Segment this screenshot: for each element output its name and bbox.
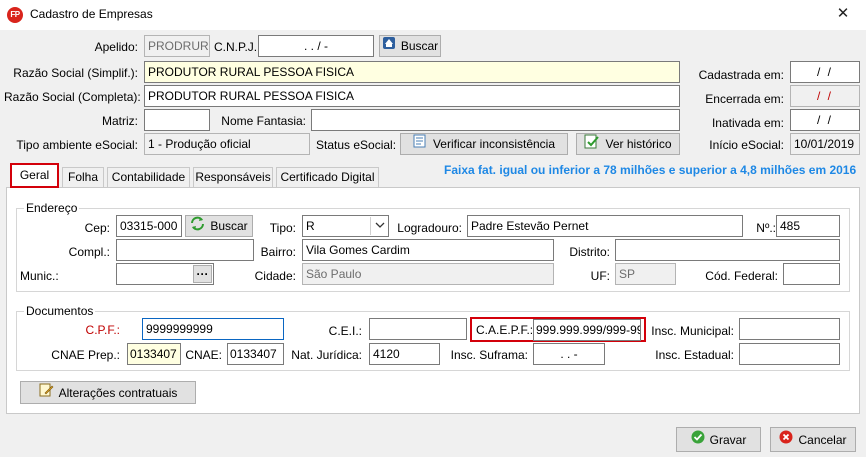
tipo-ambiente-field: 1 - Produção oficial — [144, 133, 310, 155]
compl-label: Compl.: — [68, 245, 110, 259]
tab-contabilidade[interactable]: Contabilidade — [107, 167, 190, 187]
app-logo-icon: FP — [7, 7, 23, 23]
numero-label: Nº.: — [756, 221, 776, 235]
nat-juridica-label: Nat. Jurídica: — [291, 348, 362, 362]
nome-fantasia-field[interactable] — [311, 109, 680, 131]
caepf-field[interactable]: 999.999.999/999-99 — [533, 319, 641, 341]
tipo-select-value: R — [306, 219, 315, 233]
gravar-button[interactable]: Gravar — [676, 427, 761, 452]
verificar-inconsistencia-button[interactable]: Verificar inconsistência — [400, 133, 568, 155]
insc-municipal-field[interactable] — [739, 318, 840, 340]
cadastrada-label: Cadastrada em: — [698, 68, 784, 82]
nat-juridica-field[interactable]: 4120 — [369, 343, 440, 365]
munic-label: Munic.: — [20, 269, 59, 283]
matriz-field[interactable] — [144, 109, 210, 131]
insc-suframa-field[interactable]: . . - — [533, 343, 605, 365]
cidade-field: São Paulo — [302, 263, 554, 285]
numero-field[interactable]: 485 — [776, 215, 840, 237]
document-edit-icon — [39, 382, 54, 403]
tab-responsaveis[interactable]: Responsáveis — [193, 167, 273, 187]
encerrada-field: / / — [790, 85, 860, 107]
ver-historico-label: Ver histórico — [605, 137, 672, 151]
tab-folha[interactable]: Folha — [62, 167, 104, 187]
close-icon[interactable]: ✕ — [828, 2, 858, 26]
ver-historico-button[interactable]: Ver histórico — [576, 133, 680, 155]
chevron-down-icon[interactable] — [370, 217, 388, 235]
bairro-label: Bairro: — [260, 245, 296, 259]
cei-label: C.E.I.: — [328, 324, 362, 338]
cnae-prep-label: CNAE Prep.: — [51, 348, 120, 362]
cod-federal-label: Cód. Federal: — [705, 269, 778, 283]
insc-estadual-field[interactable] — [739, 343, 840, 365]
cep-buscar-label: Buscar — [210, 219, 248, 233]
uf-field: SP — [615, 263, 676, 285]
endereco-title: Endereço — [24, 201, 80, 215]
nome-fantasia-label: Nome Fantasia: — [221, 114, 306, 128]
insc-estadual-label: Insc. Estadual: — [655, 348, 734, 362]
logradouro-label: Logradouro: — [397, 221, 462, 235]
razao-simpl-label: Razão Social (Simplif.): — [13, 66, 138, 80]
bairro-field[interactable]: Vila Gomes Cardim — [302, 239, 554, 261]
apelido-label: Apelido: — [94, 40, 138, 54]
refresh-icon — [190, 216, 205, 237]
cancelar-label: Cancelar — [798, 432, 847, 447]
inativada-field[interactable]: / / — [790, 109, 860, 131]
status-esocial-label: Status eSocial: — [316, 138, 397, 152]
insc-municipal-label: Insc. Municipal: — [651, 324, 734, 338]
cod-federal-field[interactable] — [783, 263, 840, 285]
cep-buscar-button[interactable]: Buscar — [185, 215, 253, 237]
matriz-label: Matriz: — [102, 114, 138, 128]
inativada-label: Inativada em: — [711, 116, 784, 130]
tab-geral[interactable]: Geral — [10, 163, 59, 188]
insc-suframa-label: Insc. Suframa: — [450, 348, 528, 362]
cnpj-buscar-button[interactable]: Buscar — [379, 35, 441, 57]
faixa-faturamento-info: Faixa fat. igual ou inferior a 78 milhõe… — [444, 163, 857, 177]
munic-lookup-button[interactable]: ··· — [193, 265, 212, 283]
gravar-label: Gravar — [709, 432, 747, 447]
checklist-icon — [413, 134, 428, 154]
cnae-prep-field[interactable]: 0133407 — [127, 343, 181, 365]
distrito-field[interactable] — [615, 239, 840, 261]
inicio-esocial-label: Início eSocial: — [709, 138, 784, 152]
encerrada-label: Encerrada em: — [705, 92, 784, 106]
tipo-ambiente-label: Tipo ambiente eSocial: — [16, 138, 138, 152]
cnpj-label: C.N.P.J.: — [214, 40, 261, 54]
inicio-esocial-field: 10/01/2019 — [790, 133, 860, 155]
documentos-title: Documentos — [24, 304, 96, 318]
razao-compl-label: Razão Social (Completa): — [4, 90, 141, 104]
caepf-label: C.A.E.P.F.: — [476, 323, 534, 337]
cei-field[interactable] — [369, 318, 467, 340]
tipo-label: Tipo: — [269, 221, 296, 235]
cadastrada-field[interactable]: / / — [790, 61, 860, 83]
window-title: Cadastro de Empresas — [30, 7, 153, 21]
cancel-circle-icon — [779, 430, 793, 450]
cnae-label: CNAE: — [185, 348, 222, 362]
cpf-field[interactable]: 9999999999 — [142, 318, 284, 340]
check-circle-icon — [691, 430, 705, 450]
razao-compl-field[interactable]: PRODUTOR RURAL PESSOA FISICA — [144, 85, 680, 107]
alteracoes-contratuais-button[interactable]: Alterações contratuais — [20, 381, 196, 404]
tab-certificado-digital[interactable]: Certificado Digital — [276, 167, 379, 187]
razao-simpl-field[interactable]: PRODUTOR RURAL PESSOA FISICA — [144, 61, 680, 83]
verificar-inconsistencia-label: Verificar inconsistência — [432, 137, 556, 151]
apelido-field[interactable]: PRODRUR — [144, 35, 210, 57]
distrito-label: Distrito: — [569, 245, 610, 259]
govt-seal-icon — [382, 36, 396, 56]
history-check-icon — [584, 134, 600, 155]
cnae-field[interactable]: 0133407 — [227, 343, 284, 365]
cep-label: Cep: — [84, 221, 110, 235]
cpf-label: C.P.F.: — [85, 323, 120, 337]
logradouro-field[interactable]: Padre Estevão Pernet — [467, 215, 743, 237]
uf-label: UF: — [590, 269, 610, 283]
cep-field[interactable]: 03315-000 — [116, 215, 182, 237]
cnpj-field[interactable]: . . / - — [258, 35, 374, 57]
alteracoes-contratuais-label: Alterações contratuais — [58, 385, 178, 400]
cancelar-button[interactable]: Cancelar — [770, 427, 856, 452]
cidade-label: Cidade: — [254, 269, 296, 283]
cnpj-buscar-label: Buscar — [400, 39, 439, 53]
compl-field[interactable] — [116, 239, 254, 261]
